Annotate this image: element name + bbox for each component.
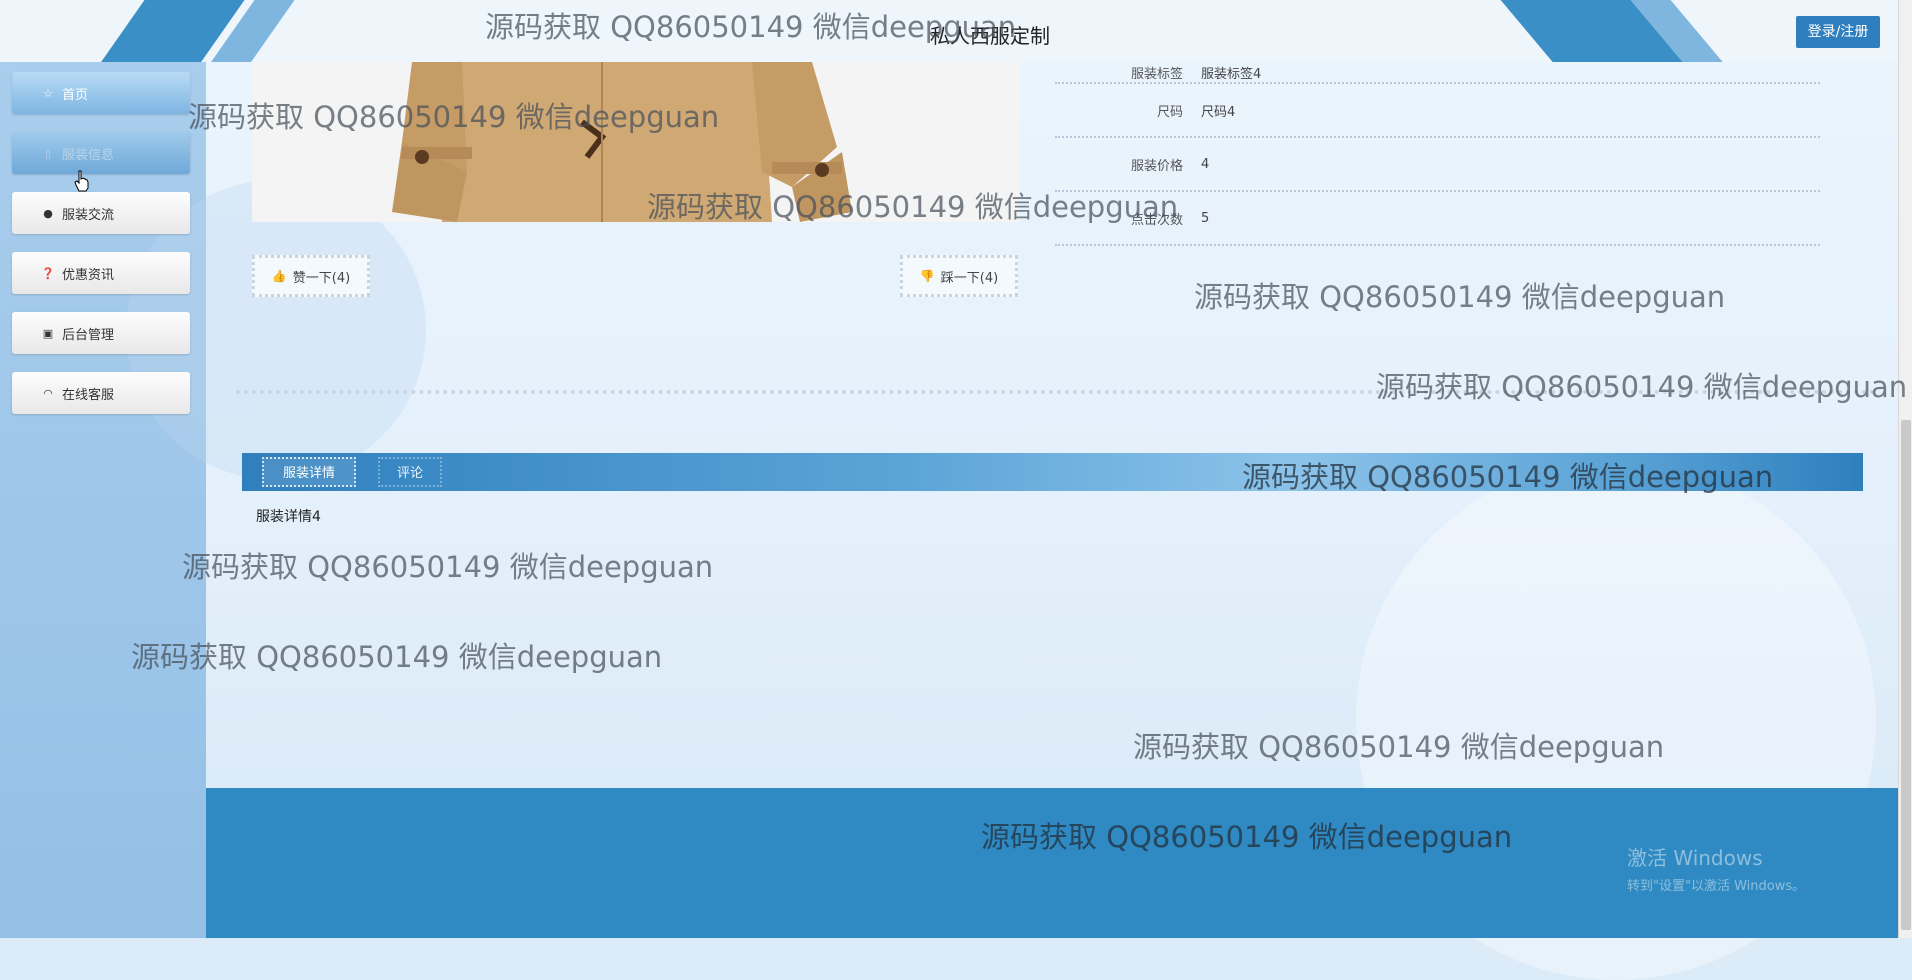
info-value: 4 <box>1201 156 1210 172</box>
login-register-button[interactable]: 登录/注册 <box>1796 16 1880 48</box>
info-label: 服装标签 <box>1130 67 1183 82</box>
watermark: 源码获取 QQ86050149 微信deepguan <box>981 820 1513 854</box>
watermark: 源码获取 QQ86050149 微信deepguan <box>647 190 1179 224</box>
info-value: 5 <box>1201 210 1210 226</box>
sidebar-item-customer-service[interactable]: ◠ 在线客服 <box>12 372 190 414</box>
clothing-detail-content: 服装详情4 <box>256 509 321 525</box>
tab-clothing-detail[interactable]: 服装详情 <box>262 457 356 487</box>
watermark: 源码获取 QQ86050149 微信deepguan <box>182 550 714 584</box>
question-circle-icon: ❓ <box>41 266 55 280</box>
thumbs-down-icon: 👎 <box>919 269 935 283</box>
dislike-button[interactable]: 👎 踩一下(4) <box>900 255 1018 297</box>
info-row-size: 尺码 尺码4 <box>1055 84 1820 138</box>
info-value: 服装标签4 <box>1201 67 1262 82</box>
briefcase-icon: ▣ <box>42 326 54 340</box>
activation-title: 激活 Windows <box>1627 846 1763 870</box>
info-row-tag: 服装标签 服装标签4 <box>1055 62 1820 84</box>
sidebar-item-label: 服装信息 <box>62 147 115 163</box>
info-label: 服装价格 <box>1130 158 1183 174</box>
sidebar-item-label: 在线客服 <box>62 387 115 403</box>
document-icon: ▯ <box>44 146 52 160</box>
info-circle-icon: ● <box>43 206 53 220</box>
watermark: 源码获取 QQ86050149 微信deepguan <box>1242 460 1774 494</box>
watermark: 源码获取 QQ86050149 微信deepguan <box>485 10 1017 44</box>
sidebar-item-admin[interactable]: ▣ 后台管理 <box>12 312 190 354</box>
sidebar-item-label: 服装交流 <box>62 207 115 223</box>
thumbs-up-icon: 👍 <box>271 269 287 283</box>
sidebar-item-label: 优惠资讯 <box>62 267 115 283</box>
sidebar-item-clothing-info[interactable]: ▯ 服装信息 <box>12 132 190 174</box>
sidebar-item-label: 后台管理 <box>62 327 115 343</box>
activation-subtitle: 转到"设置"以激活 Windows。 <box>1627 879 1806 894</box>
scrollbar-thumb[interactable] <box>1901 420 1911 930</box>
info-label: 尺码 <box>1156 104 1183 120</box>
watermark: 源码获取 QQ86050149 微信deepguan <box>1194 280 1726 314</box>
tab-comments[interactable]: 评论 <box>378 457 442 487</box>
like-label: 赞一下(4) <box>292 270 351 286</box>
sidebar-menu: ☆ 首页 ▯ 服装信息 ● 服装交流 ❓ 优惠资讯 ▣ 后台管理 ◠ 在线客服 <box>12 72 190 432</box>
info-value: 尺码4 <box>1201 104 1236 120</box>
sidebar-item-promotions[interactable]: ❓ 优惠资讯 <box>12 252 190 294</box>
hand-cursor-icon <box>74 170 89 192</box>
home-icon: ☆ <box>43 86 53 100</box>
headset-icon: ◠ <box>43 386 53 400</box>
watermark: 源码获取 QQ86050149 微信deepguan <box>1133 730 1665 764</box>
watermark: 源码获取 QQ86050149 微信deepguan <box>1376 370 1908 404</box>
sidebar-item-home[interactable]: ☆ 首页 <box>12 72 190 114</box>
windows-activation-notice: 激活 Windows 转到"设置"以激活 Windows。 <box>1627 842 1805 894</box>
like-button[interactable]: 👍 赞一下(4) <box>252 255 370 297</box>
watermark: 源码获取 QQ86050149 微信deepguan <box>188 100 720 134</box>
page-scrollbar[interactable] <box>1898 0 1912 938</box>
sidebar-item-label: 首页 <box>62 87 89 103</box>
dislike-label: 踩一下(4) <box>940 270 999 286</box>
watermark: 源码获取 QQ86050149 微信deepguan <box>131 640 663 674</box>
sidebar-item-clothing-forum[interactable]: ● 服装交流 <box>12 192 190 234</box>
